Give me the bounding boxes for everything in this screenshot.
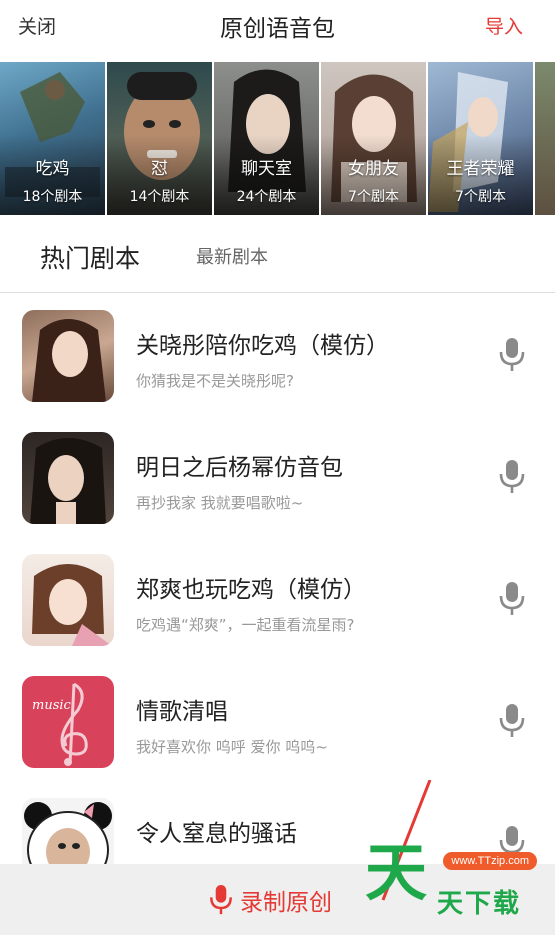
list-item[interactable]: 关晓彤陪你吃鸡（模仿） 你猜我是不是关晓彤呢? (0, 294, 555, 416)
microphone-icon[interactable] (498, 826, 526, 860)
script-title: 明日之后杨幂仿音包 (136, 455, 343, 481)
script-tabs: 热门剧本 最新剧本 (0, 215, 555, 293)
portrait-image (32, 319, 106, 402)
script-thumbnail: music (22, 676, 114, 768)
microphone-icon (210, 885, 232, 915)
script-subtitle: 吃鸡遇“郑爽”，一起重看流星雨? (136, 616, 355, 634)
category-card-honor-of-kings[interactable]: 王者荣耀 7个剧本 (428, 62, 533, 215)
script-thumbnail (22, 432, 114, 524)
list-item[interactable]: 明日之后杨幂仿音包 再抄我家 我就要唱歌啦~ (0, 416, 555, 538)
script-subtitle: 你猜我是不是关晓彤呢? (136, 372, 294, 390)
script-thumbnail (22, 554, 114, 646)
category-card-chatroom[interactable]: 聊天室 24个剧本 (214, 62, 319, 215)
category-card-dui[interactable]: 怼 14个剧本 (107, 62, 212, 215)
category-count: 7个剧本 (455, 189, 506, 205)
category-count: 7个剧本 (348, 189, 399, 205)
script-title: 情歌清唱 (136, 699, 228, 725)
category-card-partial[interactable] (535, 62, 555, 215)
category-image (535, 62, 555, 215)
treble-clef-icon (60, 682, 88, 766)
category-count: 14个剧本 (129, 189, 190, 205)
category-name: 聊天室 (241, 159, 292, 179)
top-bar: 关闭 原创语音包 导入 (0, 0, 555, 52)
category-name: 怼 (151, 159, 168, 179)
microphone-icon[interactable] (498, 704, 526, 738)
script-title: 令人窒息的骚话 (136, 821, 297, 847)
category-count: 18个剧本 (22, 189, 83, 205)
script-title: 郑爽也玩吃鸡（模仿） (136, 577, 366, 603)
category-name: 王者荣耀 (446, 159, 515, 179)
bottom-bar: 录制原创 (0, 864, 555, 935)
microphone-icon[interactable] (498, 460, 526, 494)
tab-hot-scripts[interactable]: 热门剧本 (40, 239, 140, 275)
microphone-icon[interactable] (498, 582, 526, 616)
script-subtitle: 我好喜欢你 呜呼 爱你 呜呜~ (136, 738, 328, 756)
microphone-icon[interactable] (498, 338, 526, 372)
record-original-button[interactable]: 录制原创 (208, 884, 332, 916)
category-card-girlfriend[interactable]: 女朋友 7个剧本 (321, 62, 426, 215)
category-name: 女朋友 (348, 159, 399, 179)
tab-latest-scripts[interactable]: 最新剧本 (196, 243, 268, 269)
script-thumbnail (22, 310, 114, 402)
script-title: 关晓彤陪你吃鸡（模仿） (136, 333, 389, 359)
script-subtitle: 再抄我家 我就要唱歌啦~ (136, 494, 304, 512)
category-name: 吃鸡 (35, 159, 70, 179)
record-original-label: 录制原创 (240, 890, 332, 916)
category-strip[interactable]: 吃鸡 18个剧本 怼 14个剧本 聊天室 24个剧本 女朋友 7个剧本 王者荣耀… (0, 62, 555, 215)
portrait-image (32, 564, 112, 646)
category-card-chiji[interactable]: 吃鸡 18个剧本 (0, 62, 105, 215)
list-item[interactable]: music 情歌清唱 我好喜欢你 呜呼 爱你 呜呜~ (0, 660, 555, 782)
music-label: music (32, 698, 71, 713)
page-title: 原创语音包 (220, 16, 335, 42)
portrait-image (30, 438, 106, 524)
list-item[interactable]: 郑爽也玩吃鸡（模仿） 吃鸡遇“郑爽”，一起重看流星雨? (0, 538, 555, 660)
import-button[interactable]: 导入 (485, 12, 523, 39)
category-count: 24个剧本 (236, 189, 297, 205)
